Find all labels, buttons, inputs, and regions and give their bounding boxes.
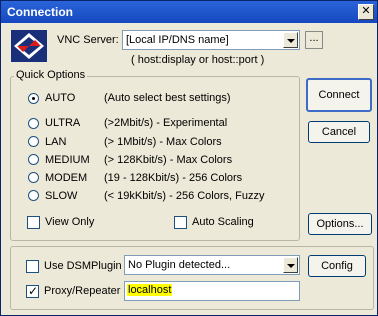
radio-auto[interactable] bbox=[28, 93, 39, 104]
dsmplugin-value: No Plugin detected... bbox=[128, 259, 231, 271]
options-button[interactable]: Options... bbox=[308, 213, 372, 235]
proxy-repeater-value: localhost bbox=[127, 284, 173, 296]
radio-slow[interactable] bbox=[28, 190, 39, 201]
browse-button[interactable]: ... bbox=[305, 31, 323, 49]
vnc-server-value: [Local IP/DNS name] bbox=[126, 34, 229, 46]
auto-scaling-label: Auto Scaling bbox=[192, 216, 254, 228]
connection-dialog: Connection ✕ VNC Server: [Local IP/DNS n… bbox=[0, 0, 378, 316]
quick-options-title: Quick Options bbox=[14, 69, 88, 81]
close-button[interactable]: ✕ bbox=[358, 4, 374, 20]
vnc-server-combo[interactable]: [Local IP/DNS name] bbox=[122, 30, 300, 50]
option-auto-desc: (Auto select best settings) bbox=[104, 92, 231, 104]
option-lan-name: LAN bbox=[45, 136, 67, 148]
window-title: Connection bbox=[7, 5, 73, 19]
radio-modem[interactable] bbox=[28, 172, 39, 183]
option-slow-name: SLOW bbox=[45, 190, 78, 202]
radio-medium[interactable] bbox=[28, 154, 39, 165]
proxy-repeater-input[interactable]: localhost bbox=[124, 281, 300, 301]
option-ultra-name: ULTRA bbox=[45, 117, 81, 129]
option-modem-name: MODEM bbox=[45, 172, 88, 184]
connect-button[interactable]: Connect bbox=[306, 78, 372, 112]
chevron-down-icon[interactable] bbox=[283, 32, 298, 48]
option-medium-name: MEDIUM bbox=[45, 154, 90, 166]
view-only-label: View Only bbox=[45, 216, 95, 228]
title-bar: Connection ✕ bbox=[1, 1, 377, 23]
use-dsmplugin-label: Use DSMPlugin bbox=[44, 260, 122, 272]
option-ultra-desc: (>2Mbit/s) - Experimental bbox=[104, 117, 228, 129]
option-modem-desc: (19 - 128Kbit/s) - 256 Colors bbox=[104, 172, 243, 184]
view-only-checkbox[interactable] bbox=[27, 216, 40, 229]
option-auto-name: AUTO bbox=[45, 92, 76, 104]
use-dsmplugin-checkbox[interactable] bbox=[26, 260, 39, 273]
server-hint: ( host:display or host::port ) bbox=[131, 54, 265, 66]
option-slow-desc: (< 19kKbit/s) - 256 Colors, Fuzzy bbox=[104, 190, 265, 202]
chevron-down-icon[interactable] bbox=[283, 257, 298, 273]
vnc-logo-icon bbox=[11, 30, 47, 62]
option-lan-desc: (> 1Mbit/s) - Max Colors bbox=[104, 136, 222, 148]
radio-lan[interactable] bbox=[28, 136, 39, 147]
proxy-repeater-checkbox[interactable] bbox=[26, 284, 39, 298]
dsmplugin-combo[interactable]: No Plugin detected... bbox=[124, 255, 300, 275]
config-button[interactable]: Config bbox=[308, 255, 366, 277]
radio-ultra[interactable] bbox=[28, 118, 39, 129]
vnc-server-label: VNC Server: bbox=[57, 34, 119, 46]
proxy-repeater-label: Proxy/Repeater bbox=[44, 285, 121, 297]
auto-scaling-checkbox[interactable] bbox=[174, 216, 187, 229]
close-icon: ✕ bbox=[361, 5, 371, 17]
cancel-button[interactable]: Cancel bbox=[308, 121, 370, 143]
option-medium-desc: (> 128Kbit/s) - Max Colors bbox=[104, 154, 233, 166]
